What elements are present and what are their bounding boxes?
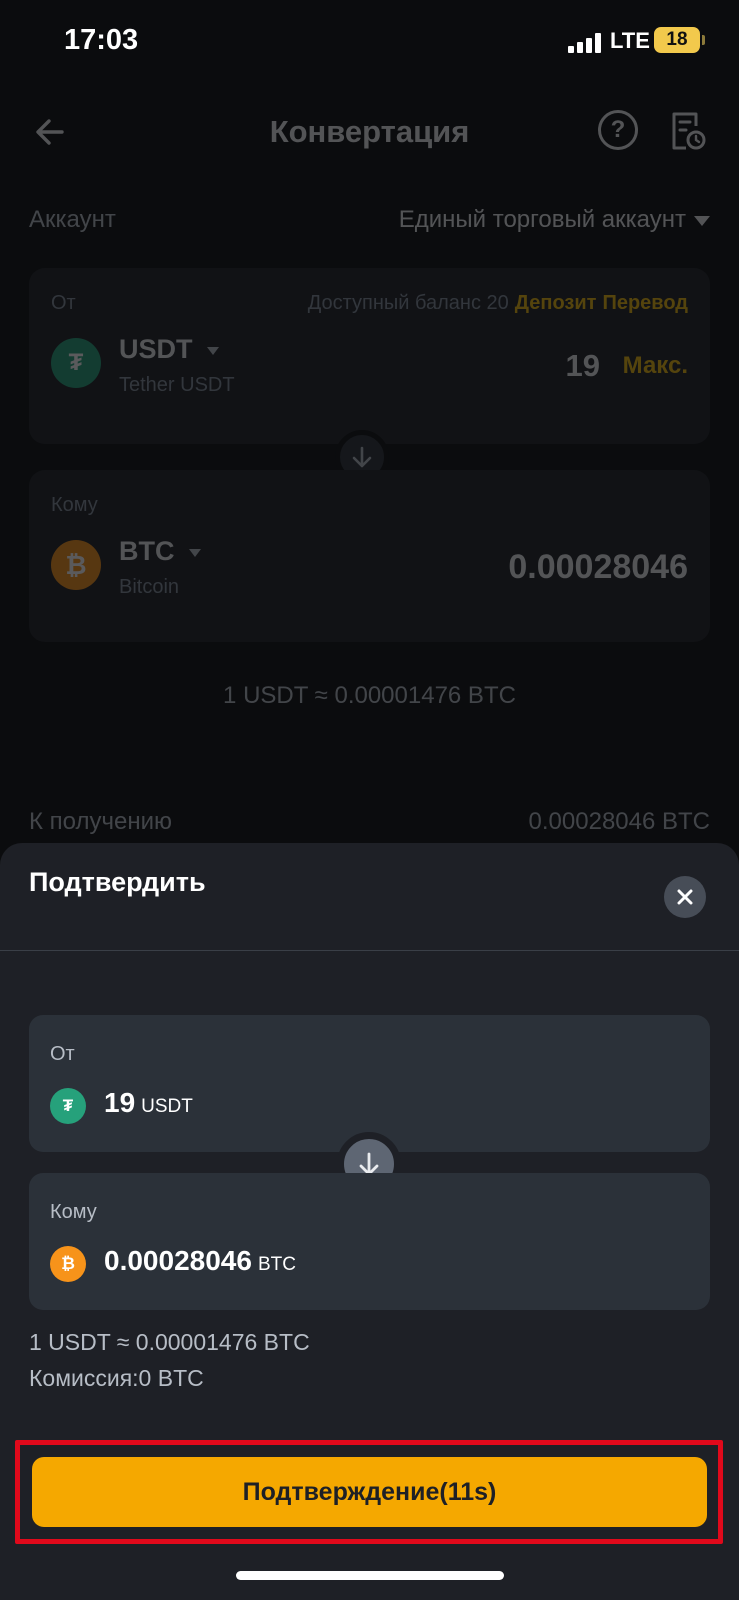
confirm-from-unit: USDT xyxy=(141,1096,193,1117)
from-coin-selector[interactable]: USDT xyxy=(119,334,219,365)
confirm-button[interactable]: Подтверждение(11s) xyxy=(32,1457,707,1527)
receive-label: К получению xyxy=(29,808,172,835)
home-indicator xyxy=(236,1571,504,1580)
balance-row: Доступный баланс 20 Депозит Перевод xyxy=(308,292,688,315)
convert-screen: 17:03 LTE 18 Конвертация ? Аккаунт Едины… xyxy=(0,0,739,1600)
receive-value: 0.00028046 BTC xyxy=(528,808,710,835)
confirm-from-value: 19 USDT xyxy=(104,1087,193,1119)
close-button[interactable] xyxy=(664,876,706,918)
caret-down-icon xyxy=(188,548,201,557)
question-circle-icon[interactable]: ? xyxy=(598,110,638,150)
arrow-down-icon xyxy=(352,446,372,468)
battery-icon: 18 xyxy=(654,27,705,53)
deposit-link[interactable]: Депозит xyxy=(515,292,597,314)
tether-logo-icon: ₮ xyxy=(50,1088,86,1124)
confirm-to-amount: 0.00028046 xyxy=(104,1245,252,1276)
caret-down-icon xyxy=(206,346,219,355)
from-amount-input[interactable]: 19 xyxy=(566,348,600,384)
transfer-link[interactable]: Перевод xyxy=(602,292,688,314)
sheet-title: Подтвердить xyxy=(29,867,206,897)
confirm-rate: 1 USDT ≈ 0.00001476 BTC xyxy=(29,1329,310,1355)
tether-logo-icon: ₮ xyxy=(51,338,101,388)
to-coin-name: Bitcoin xyxy=(119,576,180,598)
from-label: От xyxy=(51,292,76,314)
confirm-sheet: Подтвердить От ₮ 19 USDT Кому ₿ 0.0002804… xyxy=(0,843,739,1600)
to-amount: 0.00028046 xyxy=(508,548,688,586)
status-bar: 17:03 LTE 18 xyxy=(0,0,739,80)
from-card: От Доступный баланс 20 Депозит Перевод ₮ U… xyxy=(29,268,710,444)
bitcoin-logo-icon: ₿ xyxy=(51,540,101,590)
caret-down-icon xyxy=(694,215,710,226)
from-coin-name: Tether USDT xyxy=(119,374,235,396)
confirm-to-unit: BTC xyxy=(257,1254,296,1275)
confirm-from-amount: 19 xyxy=(104,1087,136,1118)
to-coin-selector[interactable]: BTC xyxy=(119,536,201,567)
confirm-fee: Комиссия:0 BTC xyxy=(29,1365,204,1391)
account-row[interactable]: Аккаунт Единый торговый аккаунт xyxy=(29,206,710,246)
account-label: Аккаунт xyxy=(29,206,116,233)
status-time: 17:03 xyxy=(64,24,139,56)
to-coin-ticker: BTC xyxy=(119,536,175,566)
to-label: Кому xyxy=(51,494,98,516)
from-coin-ticker: USDT xyxy=(119,334,193,364)
signal-icon xyxy=(568,33,604,53)
nav-bar: Конвертация ? xyxy=(0,100,739,170)
convert-page-background: Конвертация ? Аккаунт Единый торговый ак… xyxy=(0,80,739,860)
close-icon xyxy=(677,889,693,905)
confirm-to-value: 0.00028046 BTC xyxy=(104,1245,296,1277)
exchange-rate: 1 USDT ≈ 0.00001476 BTC xyxy=(223,682,516,709)
sheet-divider xyxy=(0,950,739,951)
max-button[interactable]: Макс. xyxy=(623,352,688,380)
account-value: Единый торговый аккаунт xyxy=(398,206,686,233)
receive-row: К получению 0.00028046 BTC xyxy=(29,808,710,836)
confirm-from-label: От xyxy=(50,1043,75,1065)
available-balance: Доступный баланс 20 xyxy=(307,292,509,314)
bitcoin-logo-icon: ₿ xyxy=(50,1246,86,1282)
order-history-icon[interactable] xyxy=(670,110,706,152)
confirm-to-card: Кому ₿ 0.00028046 BTC xyxy=(29,1173,710,1310)
to-card: Кому ₿ BTC Bitcoin 0.00028046 xyxy=(29,470,710,642)
confirm-to-label: Кому xyxy=(50,1201,97,1223)
account-selector[interactable]: Единый торговый аккаунт xyxy=(399,206,710,234)
network-type: LTE xyxy=(610,28,650,53)
